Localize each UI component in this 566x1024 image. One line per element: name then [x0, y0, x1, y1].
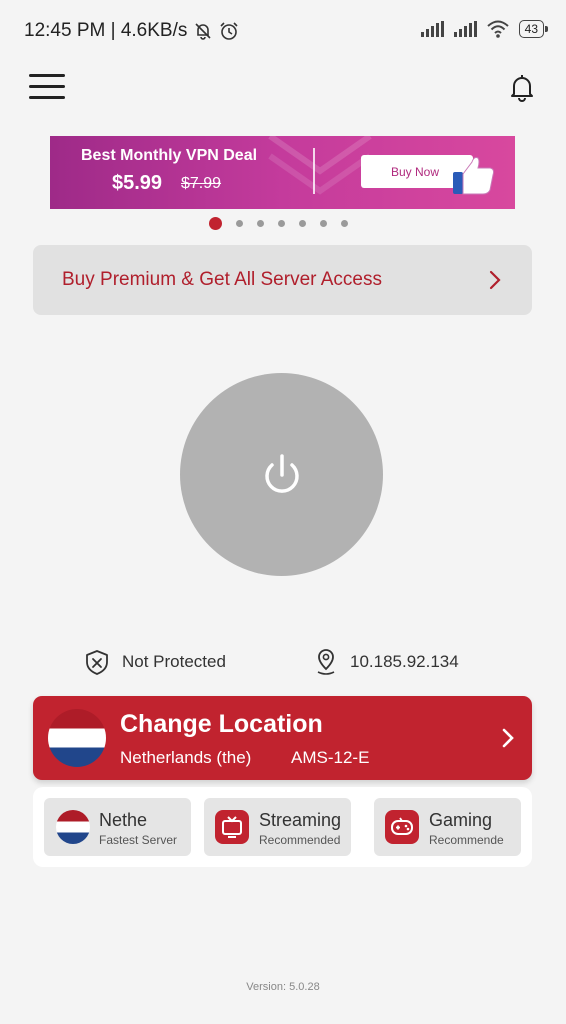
banner-divider [313, 148, 315, 194]
carousel-indicator [209, 217, 348, 230]
quick-option-subtitle: Fastest Server [99, 833, 178, 847]
connection-status: Not Protected [122, 652, 226, 671]
shield-x-icon [86, 650, 108, 675]
quick-option-streaming[interactable]: Streaming Recommended [204, 798, 351, 856]
promo-banner[interactable]: Best Monthly VPN Deal $5.99 $7.99 Buy No… [50, 136, 515, 209]
netherlands-flag-icon [48, 709, 106, 767]
quick-option-subtitle: Recommende [429, 833, 504, 847]
change-location-title: Change Location [120, 710, 323, 738]
premium-label: Buy Premium & Get All Server Access [62, 269, 382, 290]
alarm-clock-icon [220, 22, 238, 40]
change-location-button[interactable]: Change Location Netherlands (the) AMS-12… [33, 696, 532, 780]
carousel-dot[interactable] [209, 217, 222, 230]
quick-option-title: Streaming [259, 810, 342, 830]
status-time-speed: 12:45 PM | 4.6KB/s [24, 20, 188, 41]
thumbs-up-icon [453, 157, 495, 195]
carousel-dot[interactable] [278, 220, 285, 227]
banner-price: $5.99 [112, 172, 163, 194]
chevron-right-icon [489, 270, 501, 290]
signal-icon [453, 21, 477, 37]
banner-title: Best Monthly VPN Deal [81, 147, 258, 164]
signal-icon [420, 21, 444, 37]
hamburger-icon [29, 74, 65, 77]
carousel-dot[interactable] [299, 220, 306, 227]
tv-icon [215, 810, 249, 844]
gamepad-icon [385, 810, 419, 844]
carousel-dot[interactable] [257, 220, 264, 227]
quick-option-title: Gaming [429, 810, 493, 830]
quick-option-fastest[interactable]: Nethe Fastest Server [44, 798, 191, 856]
app-version: Version: 5.0.28 [246, 981, 320, 993]
ip-address: 10.185.92.134 [350, 652, 459, 671]
location-server: AMS-12-E [291, 748, 370, 767]
power-icon [265, 454, 299, 493]
quick-options: Nethe Fastest Server Streaming Recommend… [33, 787, 532, 867]
location-country: Netherlands (the) [120, 748, 252, 767]
quick-option-subtitle: Recommended [259, 833, 341, 847]
banner-old-price: $7.99 [181, 175, 222, 192]
location-pin-icon [317, 649, 335, 675]
carousel-dot[interactable] [236, 220, 243, 227]
battery-icon: 43 [518, 20, 549, 38]
quick-option-gaming[interactable]: Gaming Recommende [374, 798, 521, 856]
chevron-right-icon [502, 728, 514, 748]
wifi-icon [486, 20, 509, 38]
connect-power-button[interactable] [180, 373, 383, 576]
buy-premium-button[interactable]: Buy Premium & Get All Server Access [33, 245, 532, 315]
notification-bell-icon[interactable] [508, 73, 536, 103]
netherlands-flag-icon [56, 810, 90, 844]
carousel-dot[interactable] [320, 220, 327, 227]
status-right: 43 [420, 20, 549, 38]
mute-bell-icon [195, 23, 211, 40]
menu-button[interactable] [29, 74, 65, 102]
status-left: 12:45 PM | 4.6KB/s [24, 20, 239, 42]
carousel-dot[interactable] [341, 220, 348, 227]
quick-option-title: Nethe [99, 810, 148, 830]
status-bar: 12:45 PM | 4.6KB/s 43 [0, 0, 566, 60]
